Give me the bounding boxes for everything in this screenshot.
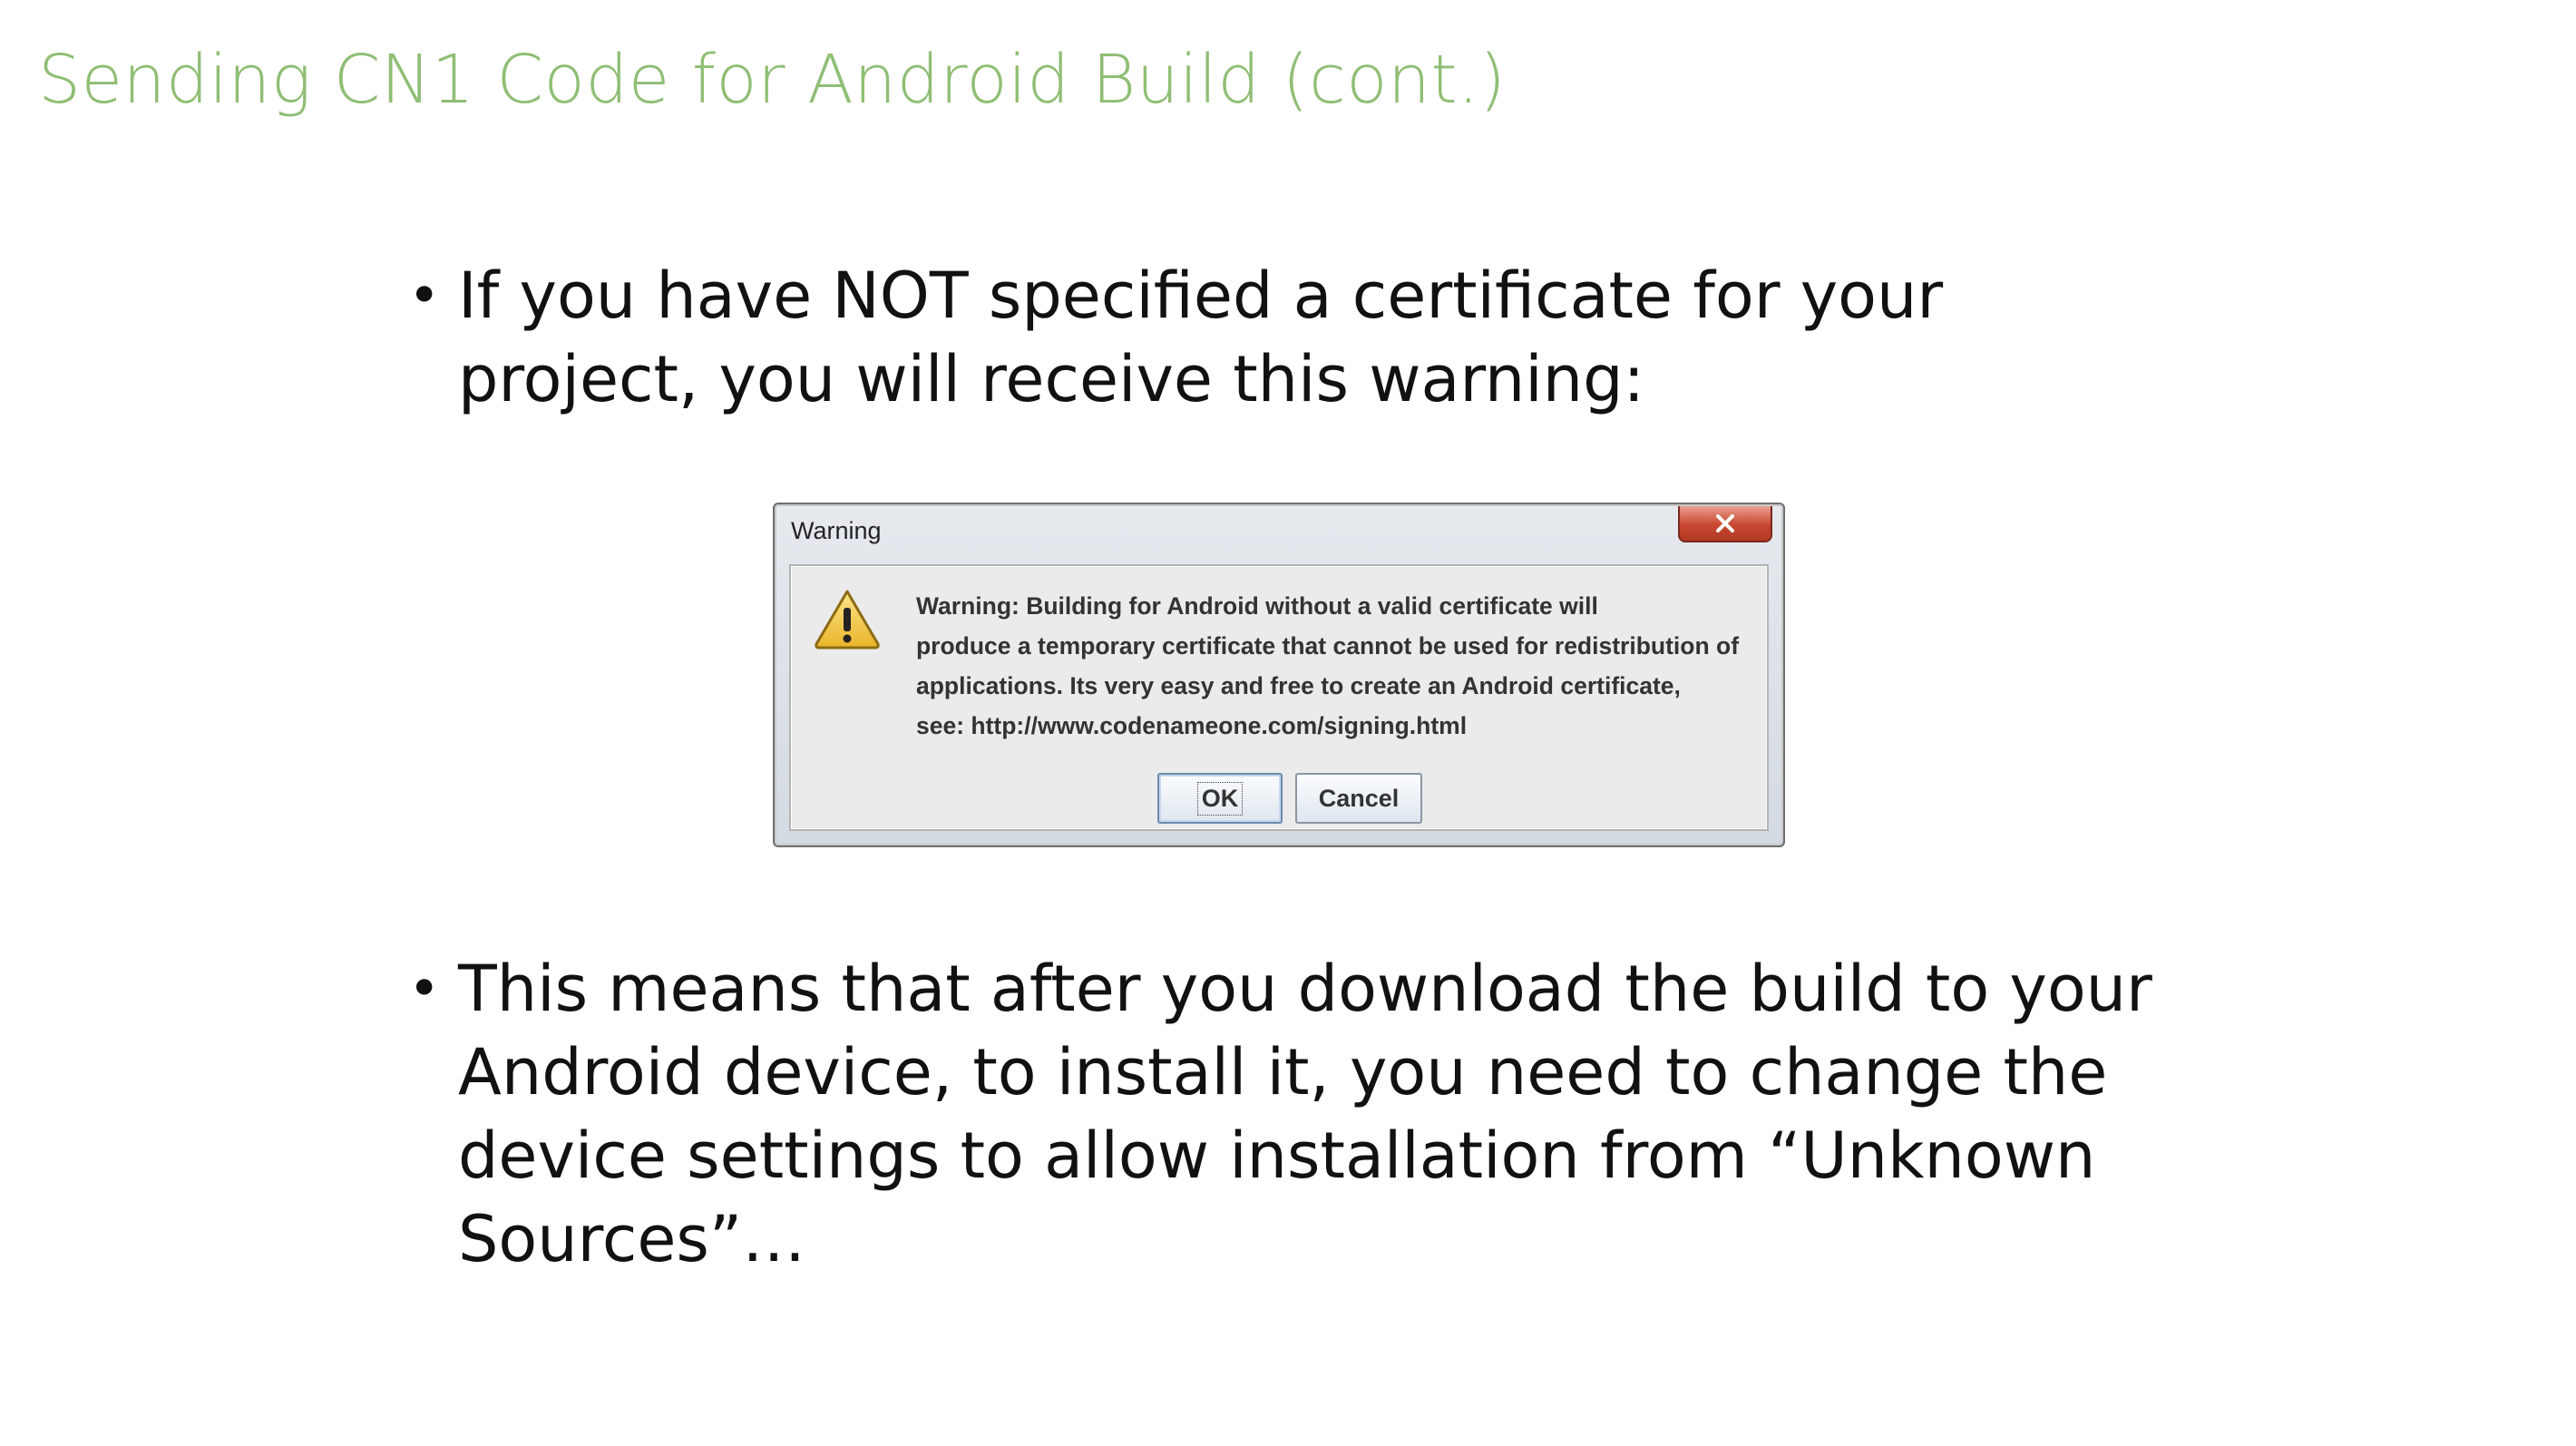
bullet-line: device settings to allow installation fr… [458,1119,2096,1193]
message-line: Warning: Building for Android without a … [916,592,1598,620]
dialog-body: Warning: Building for Android without a … [789,564,1769,831]
message-line: applications. Its very easy and free to … [916,672,1681,699]
cancel-button[interactable]: Cancel [1295,773,1422,824]
warning-message: Warning: Building for Android without a … [916,586,1739,746]
warning-dialog: Warning Warning: Building for Android wi… [773,503,1785,847]
close-icon [1716,514,1734,532]
bullet-point-unknown-sources: • This means that after you download the… [408,947,2152,1281]
slide-title: Sending CN1 Code for Android Build (cont… [38,41,1507,119]
bullet-dot: • [408,957,441,1021]
bullet-point-certificate: • If you have NOT specified a certificat… [408,254,1943,421]
cancel-button-label: Cancel [1318,784,1400,812]
message-line: see: http://www.codenameone.com/signing.… [916,712,1468,739]
bullet-line: Sources”… [458,1202,806,1276]
bullet-line: If you have NOT specified a certificate … [458,259,1944,333]
bullet-line: Android device, to install it, you need … [458,1035,2108,1109]
bullet-dot: • [408,264,441,327]
ok-button[interactable]: OK [1157,773,1283,824]
dialog-close-button[interactable] [1678,506,1772,542]
ok-button-label: OK [1196,781,1244,816]
message-line: produce a temporary certificate that can… [916,632,1740,659]
bullet-line: This means that after you download the b… [458,952,2152,1026]
dialog-title: Warning [791,517,882,544]
bullet-line: project, you will receive this warning: [458,342,1645,416]
warning-triangle-icon [815,590,880,650]
